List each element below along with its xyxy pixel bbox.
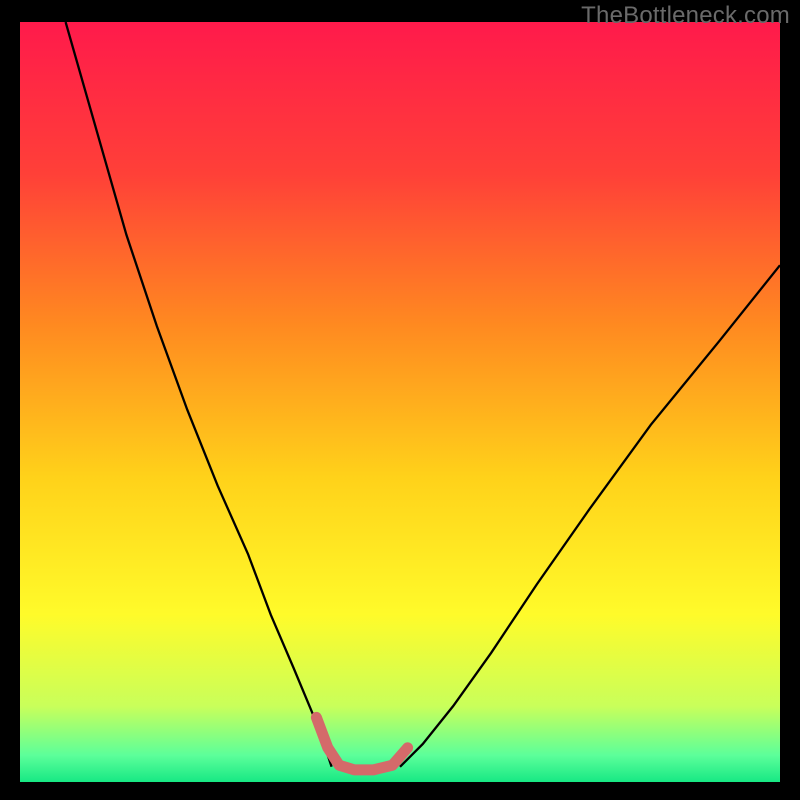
plot-area: [20, 22, 780, 782]
chart-frame: TheBottleneck.com: [0, 0, 800, 800]
watermark-text: TheBottleneck.com: [581, 2, 790, 30]
curve-layer: [20, 22, 780, 782]
left-curve: [66, 22, 332, 767]
right-curve: [400, 265, 780, 767]
